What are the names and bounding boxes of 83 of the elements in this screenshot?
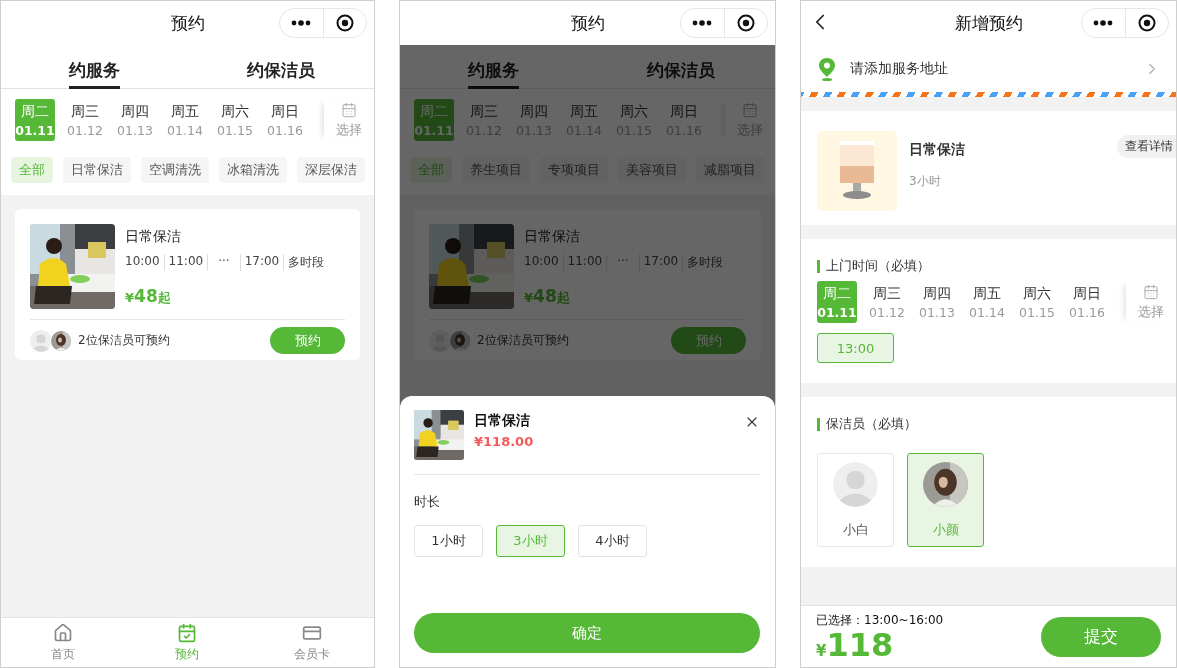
- date-option[interactable]: 周日 01.16: [1067, 281, 1107, 323]
- cleaner-count: 2位保洁员可预约: [78, 332, 171, 349]
- close-mini-program-icon[interactable]: [736, 14, 755, 32]
- category-chip[interactable]: 减脂项目: [696, 157, 764, 183]
- home-icon: [53, 622, 74, 643]
- date-option[interactable]: 周三 01.12: [65, 99, 105, 141]
- time-slot: 17:00: [638, 254, 683, 271]
- section-heading: 保洁员（必填）: [826, 415, 917, 433]
- time-slot: 多时段: [682, 254, 728, 271]
- duration-option[interactable]: 1小时: [414, 525, 483, 557]
- avatar-icon: [833, 462, 878, 507]
- selected-time: 已选择：13:00~16:00: [816, 612, 945, 629]
- date-picker-button[interactable]: 选择: [1126, 281, 1176, 323]
- time-slot: 17:00: [239, 254, 284, 271]
- total-price: ¥118: [816, 629, 895, 661]
- price: ¥48起: [125, 286, 172, 308]
- more-icon[interactable]: [291, 20, 312, 26]
- calendar-icon: [341, 101, 357, 118]
- date-option[interactable]: 周六 01.15: [215, 99, 255, 141]
- nav-tab[interactable]: 首页: [1, 618, 126, 667]
- category-chip[interactable]: 美容项目: [618, 157, 686, 183]
- category-chip[interactable]: 日常保洁: [63, 157, 131, 183]
- calendar-icon: [742, 101, 758, 118]
- date-option[interactable]: 周二 01.11: [15, 99, 55, 141]
- category-chip[interactable]: 冰箱清洗: [219, 157, 287, 183]
- service-duration: 3小时: [909, 173, 942, 190]
- more-icon[interactable]: [1093, 20, 1114, 26]
- cleaner-option[interactable]: 小白: [817, 453, 894, 547]
- service-title: 日常保洁: [524, 228, 581, 246]
- date-option[interactable]: 周二 01.11: [817, 281, 857, 323]
- time-slot: 10:00: [524, 254, 563, 271]
- book-button[interactable]: 预约: [270, 327, 345, 354]
- book-button[interactable]: 预约: [671, 327, 746, 354]
- time-slot: ···: [207, 254, 240, 271]
- time-slot: 10:00: [125, 254, 164, 271]
- date-option[interactable]: 周三 01.12: [867, 281, 907, 323]
- page-title: 预约: [570, 11, 605, 35]
- date-option[interactable]: 周六 01.15: [1017, 281, 1057, 323]
- time-slot: 11:00: [163, 254, 208, 271]
- confirm-button[interactable]: 确定: [414, 613, 760, 653]
- close-mini-program-icon[interactable]: [335, 14, 354, 32]
- nav-tab[interactable]: 预约: [125, 618, 250, 667]
- page-title: 预约: [170, 11, 205, 35]
- tab[interactable]: 约保洁员: [246, 45, 315, 89]
- avatar-icon: [429, 329, 451, 352]
- time-slot: 多时段: [283, 254, 329, 271]
- date-option[interactable]: 周五 01.14: [967, 281, 1007, 323]
- price: ¥118.00: [474, 434, 535, 449]
- duration-option[interactable]: 3小时: [496, 525, 565, 557]
- category-chip[interactable]: 养生项目: [462, 157, 530, 183]
- more-icon[interactable]: [692, 20, 713, 26]
- avatar-icon: [30, 329, 52, 352]
- submit-button[interactable]: 提交: [1041, 616, 1161, 657]
- category-chip[interactable]: 深层保洁: [297, 157, 365, 183]
- time-slot: ···: [606, 254, 639, 271]
- page-title: 新增预约: [954, 11, 1023, 35]
- service-title: 日常保洁: [909, 141, 966, 159]
- category-chip[interactable]: 空调清洗: [141, 157, 209, 183]
- service-title: 日常保洁: [474, 412, 531, 430]
- cleaner-option[interactable]: 小颜: [907, 453, 984, 547]
- tab[interactable]: 约保洁员: [647, 45, 716, 89]
- section-heading: 上门时间（必填）: [826, 257, 930, 275]
- date-option[interactable]: 周四 01.13: [917, 281, 957, 323]
- address-row[interactable]: 请添加服务地址: [801, 45, 1176, 92]
- calendar-check-icon: [177, 622, 198, 643]
- view-details-button[interactable]: 查看详情: [1117, 135, 1176, 158]
- nav-tab[interactable]: 会员卡: [249, 618, 374, 667]
- category-chip[interactable]: 全部: [11, 157, 53, 183]
- location-pin-icon: [818, 56, 836, 81]
- close-mini-program-icon[interactable]: [1137, 14, 1156, 32]
- category-chip[interactable]: 专项项目: [540, 157, 608, 183]
- calendar-icon: [1143, 283, 1159, 300]
- duration-option[interactable]: 4小时: [578, 525, 647, 557]
- service-title: 日常保洁: [125, 228, 182, 246]
- date-option[interactable]: 周五 01.14: [165, 99, 205, 141]
- time-slot: 11:00: [562, 254, 607, 271]
- date-picker-button[interactable]: 选择: [324, 99, 374, 141]
- cleaner-count: 2位保洁员可预约: [477, 332, 570, 349]
- duration-label: 时长: [414, 493, 441, 511]
- date-option[interactable]: 周日 01.16: [265, 99, 305, 141]
- time-option[interactable]: 13:00: [817, 333, 894, 363]
- date-option[interactable]: 周四 01.13: [115, 99, 155, 141]
- price: ¥48起: [524, 286, 571, 308]
